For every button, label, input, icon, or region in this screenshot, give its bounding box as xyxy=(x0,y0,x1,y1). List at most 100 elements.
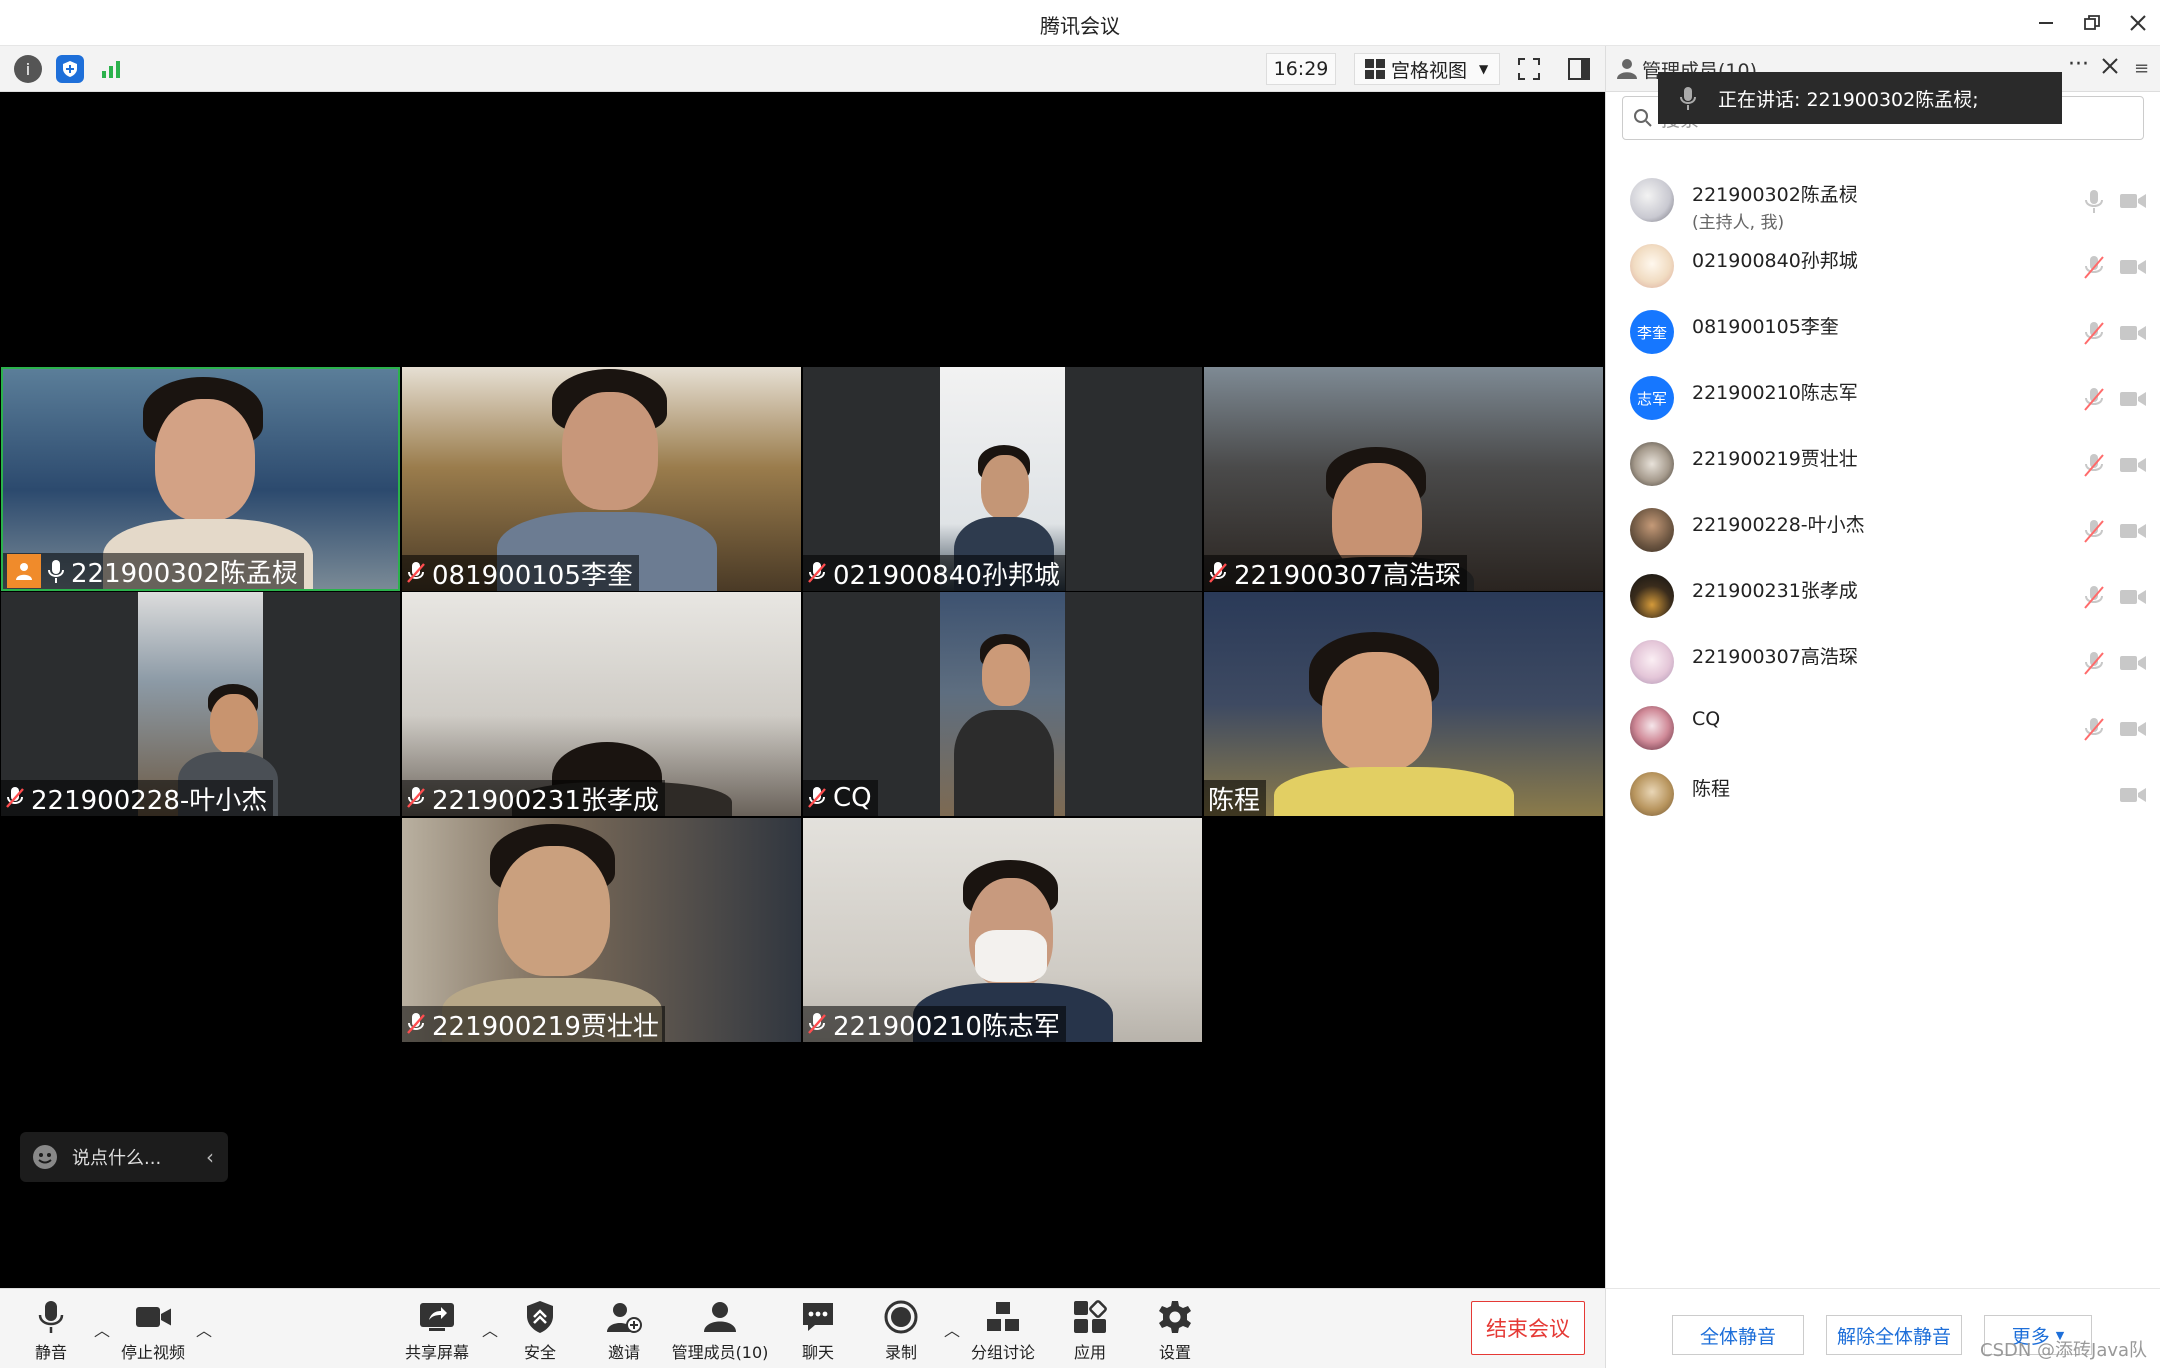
member-row[interactable]: 李奎 081900105李奎 xyxy=(1606,300,2160,366)
watermark: CSDN @添砖Java队 xyxy=(1980,1340,2148,1361)
mic-muted-icon[interactable] xyxy=(2082,254,2106,280)
camera-icon[interactable] xyxy=(2120,786,2146,804)
shield-icon[interactable] xyxy=(56,55,84,83)
end-meeting-button[interactable]: 结束会议 xyxy=(1471,1301,1585,1355)
video-tile[interactable]: 221900219贾壮壮 xyxy=(402,818,801,1042)
member-row[interactable]: CQ xyxy=(1606,696,2160,762)
camera-icon[interactable] xyxy=(2120,324,2146,342)
video-tile[interactable]: 221900307高浩琛 xyxy=(1204,367,1603,591)
member-name: 221900302陈孟棂 xyxy=(1692,184,1858,206)
video-tile[interactable]: 221900210陈志军 xyxy=(803,818,1202,1042)
close-icon xyxy=(2102,58,2118,74)
camera-icon[interactable] xyxy=(2120,192,2146,210)
record-label: 录制 xyxy=(884,1343,917,1362)
mic-icon[interactable] xyxy=(2082,188,2106,214)
avatar xyxy=(1630,706,1674,750)
member-name: 221900219贾壮壮 xyxy=(1692,448,1858,470)
camera-icon[interactable] xyxy=(2120,258,2146,276)
toggle-sidebar-button[interactable] xyxy=(1562,53,1596,85)
mic-muted-icon xyxy=(808,787,826,808)
video-tile[interactable]: 221900231张孝成 xyxy=(402,592,801,816)
gear-icon xyxy=(1159,1301,1191,1333)
menu-icon[interactable]: ≡ xyxy=(2134,58,2149,79)
manage-members-button[interactable]: 管理成员(10) xyxy=(665,1299,775,1363)
member-role: (主持人, 我) xyxy=(1692,213,1785,233)
video-tile[interactable]: 221900302陈孟棂 xyxy=(1,367,400,591)
video-tile[interactable]: CQ xyxy=(803,592,1202,816)
participant-name: 陈程 xyxy=(1208,785,1261,816)
member-name: 221900307高浩琛 xyxy=(1692,646,1858,668)
participant-name: 221900307高浩琛 xyxy=(1234,560,1461,591)
camera-icon[interactable] xyxy=(2120,588,2146,606)
close-panel-button[interactable] xyxy=(2100,56,2120,80)
member-row[interactable]: 志军 221900210陈志军 xyxy=(1606,366,2160,432)
record-icon xyxy=(884,1300,918,1334)
view-mode-button[interactable]: 宫格视图 ▼ xyxy=(1354,53,1500,85)
mic-muted-icon[interactable] xyxy=(2082,452,2106,478)
unmute-all-button[interactable]: 解除全体静音 xyxy=(1826,1315,1962,1355)
speaking-indicator: 正在讲话: 221900302陈孟棂; xyxy=(1658,72,2062,124)
tile-label: 221900302陈孟棂 xyxy=(3,553,304,589)
share-screen-icon xyxy=(420,1303,454,1331)
info-icon[interactable]: i xyxy=(14,55,42,83)
video-tile[interactable]: 021900840孙邦城 xyxy=(803,367,1202,591)
shield-plus-icon xyxy=(63,61,77,77)
minimize-icon xyxy=(2039,22,2053,24)
close-icon xyxy=(2130,15,2146,31)
member-row[interactable]: 陈程 xyxy=(1606,762,2160,828)
close-window-button[interactable] xyxy=(2118,6,2158,40)
member-row[interactable]: 221900231张孝成 xyxy=(1606,564,2160,630)
tile-label: CQ xyxy=(803,780,878,816)
camera-icon[interactable] xyxy=(2120,654,2146,672)
signal-icon[interactable] xyxy=(98,55,126,83)
member-row[interactable]: 221900307高浩琛 xyxy=(1606,630,2160,696)
chevron-left-icon[interactable]: ‹ xyxy=(206,1145,214,1169)
member-row[interactable]: 221900219贾壮壮 xyxy=(1606,432,2160,498)
mute-all-button[interactable]: 全体静音 xyxy=(1672,1315,1804,1355)
mic-muted-icon xyxy=(407,787,425,808)
fullscreen-button[interactable] xyxy=(1512,53,1546,85)
more-options-icon[interactable]: ··· xyxy=(2068,52,2089,77)
quick-chat-input[interactable]: 说点什么... ‹ xyxy=(20,1132,228,1182)
participant-name: CQ xyxy=(833,783,872,813)
mic-muted-icon xyxy=(6,787,24,808)
security-label: 安全 xyxy=(523,1343,556,1362)
mic-muted-icon[interactable] xyxy=(2082,518,2106,544)
minimize-button[interactable] xyxy=(2026,6,2066,40)
settings-label: 设置 xyxy=(1158,1343,1191,1362)
video-tile[interactable]: 陈程 xyxy=(1204,592,1603,816)
video-tile[interactable]: 221900228-叶小杰 xyxy=(1,592,400,816)
tile-label: 221900307高浩琛 xyxy=(1204,555,1467,591)
record-button[interactable]: 录制 xyxy=(846,1299,956,1363)
mic-muted-icon[interactable] xyxy=(2082,716,2106,742)
mic-muted-icon[interactable] xyxy=(2082,320,2106,346)
invite-button[interactable]: 邀请 xyxy=(569,1299,679,1363)
camera-icon[interactable] xyxy=(2120,720,2146,738)
camera-icon[interactable] xyxy=(2120,390,2146,408)
mic-muted-icon[interactable] xyxy=(2082,584,2106,610)
member-row[interactable]: 021900840孙邦城 xyxy=(1606,234,2160,300)
member-name: 081900105李奎 xyxy=(1692,316,1839,338)
member-row[interactable]: 221900228-叶小杰 xyxy=(1606,498,2160,564)
mute-button[interactable]: 静音 xyxy=(0,1299,106,1363)
video-grid: 221900302陈孟棂 081900105李奎 021900840孙邦城 22… xyxy=(0,92,1605,1288)
mic-icon xyxy=(1680,87,1696,110)
video-tile[interactable]: 081900105李奎 xyxy=(402,367,801,591)
member-row[interactable]: 221900302陈孟棂 (主持人, 我) xyxy=(1606,168,2160,234)
mic-muted-icon[interactable] xyxy=(2082,386,2106,412)
signal-bars-icon xyxy=(102,61,120,78)
tile-label: 陈程 xyxy=(1204,780,1267,816)
camera-icon[interactable] xyxy=(2120,456,2146,474)
mic-muted-icon[interactable] xyxy=(2082,650,2106,676)
chevron-up-icon[interactable]: ︿ xyxy=(196,1317,212,1341)
stop-video-button[interactable]: 停止视频 xyxy=(98,1299,208,1363)
settings-button[interactable]: 设置 xyxy=(1120,1299,1230,1363)
mic-muted-icon xyxy=(1209,562,1227,583)
share-screen-button[interactable]: 共享屏幕 xyxy=(382,1299,492,1363)
mic-muted-icon xyxy=(407,1013,425,1034)
meeting-clock: 16:29 xyxy=(1266,53,1336,85)
restore-button[interactable] xyxy=(2072,6,2112,40)
speaking-text: 正在讲话: 221900302陈孟棂; xyxy=(1718,88,1979,111)
grid-view-icon xyxy=(1365,59,1385,79)
camera-icon[interactable] xyxy=(2120,522,2146,540)
